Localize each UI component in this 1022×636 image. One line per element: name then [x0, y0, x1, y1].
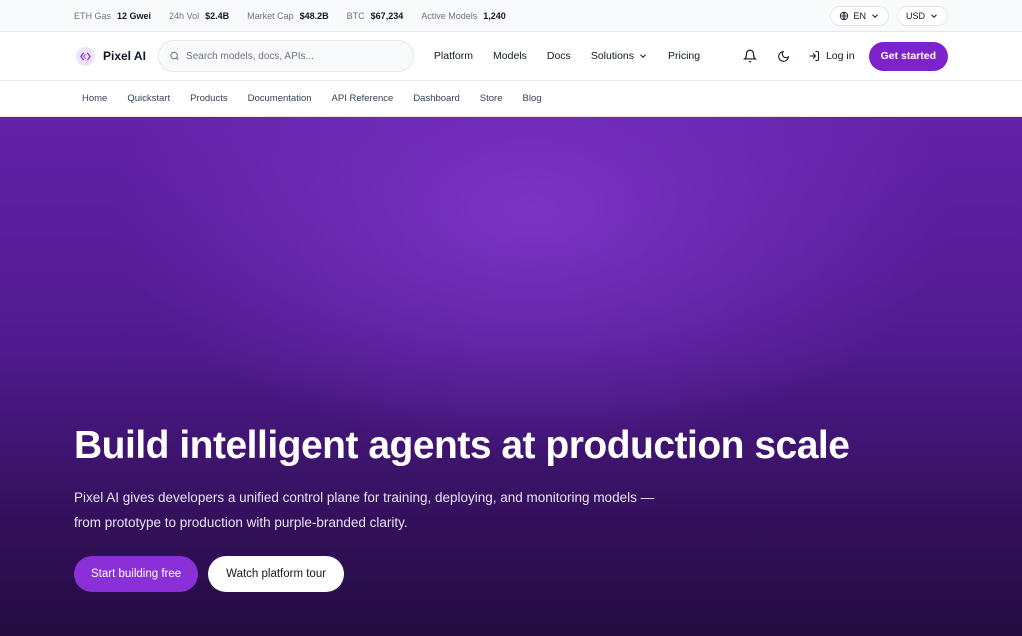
moon-icon: [778, 50, 790, 62]
ticker-item-volume: 24h Vol $2.4B: [169, 11, 229, 21]
hero-subtitle: Pixel AI gives developers a unified cont…: [74, 490, 655, 530]
subnav-item-home[interactable]: Home: [82, 93, 107, 104]
chevron-down-icon: [931, 13, 937, 18]
chevron-down-icon: [640, 54, 646, 58]
subnav-item-store[interactable]: Store: [480, 93, 503, 104]
ticker-items: ETH Gas 12 Gwei 24h Vol $2.4B Market Cap…: [74, 11, 506, 21]
login-icon: [809, 51, 819, 61]
logo-icon: [76, 46, 95, 66]
ticker-item-btc: BTC $67,234: [347, 11, 404, 21]
watch-tour-button[interactable]: Watch platform tour: [208, 556, 345, 592]
hero-title: Build intelligent agents at production s…: [74, 424, 850, 467]
main-nav: Pixel AI Platform Models Docs Solutions …: [0, 32, 1022, 81]
language-select[interactable]: EN: [830, 5, 889, 26]
hero-actions: Start building free Watch platform tour: [74, 556, 948, 592]
brand-name: Pixel AI: [103, 49, 146, 63]
brand[interactable]: Pixel AI: [76, 46, 146, 66]
subnav-item-documentation[interactable]: Documentation: [248, 93, 312, 104]
notifications-button[interactable]: [740, 46, 760, 66]
nav-links: Platform Models Docs Solutions Pricing: [434, 50, 700, 62]
start-building-button[interactable]: Start building free: [74, 556, 199, 592]
bell-icon: [742, 49, 757, 63]
subnav-item-api-reference[interactable]: API Reference: [332, 93, 394, 104]
theme-toggle-button[interactable]: [774, 46, 794, 66]
ticker-bar: ETH Gas 12 Gwei 24h Vol $2.4B Market Cap…: [0, 0, 1022, 32]
subnav-item-quickstart[interactable]: Quickstart: [127, 93, 170, 104]
language-value: EN: [853, 10, 866, 21]
subnav-item-dashboard[interactable]: Dashboard: [413, 93, 459, 104]
ticker-value: $67,234: [370, 10, 404, 21]
subnav-item-blog[interactable]: Blog: [523, 93, 542, 104]
get-started-button[interactable]: Get started: [868, 41, 948, 71]
ticker-value: 12 Gwei: [117, 10, 152, 21]
ticker-controls: EN USD: [830, 5, 948, 26]
ticker-label: ETH Gas: [74, 10, 112, 21]
ticker-value: 1,240: [483, 10, 506, 21]
ticker-label: 24h Vol: [169, 10, 200, 21]
nav-link-platform[interactable]: Platform: [434, 50, 473, 62]
ticker-item-active-models: Active Models 1,240: [421, 11, 506, 21]
ticker-label: Active Models: [421, 10, 478, 21]
ticker-value: $2.4B: [205, 10, 230, 21]
nav-link-pricing[interactable]: Pricing: [668, 50, 700, 62]
currency-select[interactable]: USD: [896, 5, 948, 26]
ticker-item-market-cap: Market Cap $48.2B: [247, 11, 329, 21]
nav-link-solutions[interactable]: Solutions: [591, 50, 648, 62]
chevron-down-icon: [872, 13, 878, 18]
nav-link-models[interactable]: Models: [493, 50, 527, 62]
sub-nav: Home Quickstart Products Documentation A…: [0, 81, 1022, 117]
login-link[interactable]: Log in: [808, 50, 855, 62]
nav-actions: Log in Get started: [740, 41, 948, 71]
search-icon: [170, 51, 179, 61]
ticker-label: BTC: [346, 10, 365, 21]
login-label: Log in: [825, 50, 855, 62]
nav-link-docs[interactable]: Docs: [547, 50, 571, 62]
ticker-item-eth-gas: ETH Gas 12 Gwei: [74, 11, 151, 21]
search-box[interactable]: [157, 40, 414, 72]
ticker-label: Market Cap: [247, 10, 294, 21]
subnav-item-products[interactable]: Products: [190, 93, 228, 104]
search-input[interactable]: [186, 50, 403, 62]
hero-content: Build intelligent agents at production s…: [74, 421, 948, 592]
currency-value: USD: [905, 10, 925, 21]
hero-section: Build intelligent agents at production s…: [0, 117, 1022, 636]
globe-icon: [840, 11, 849, 20]
nav-link-label: Solutions: [590, 50, 635, 62]
ticker-value: $48.2B: [299, 10, 329, 21]
